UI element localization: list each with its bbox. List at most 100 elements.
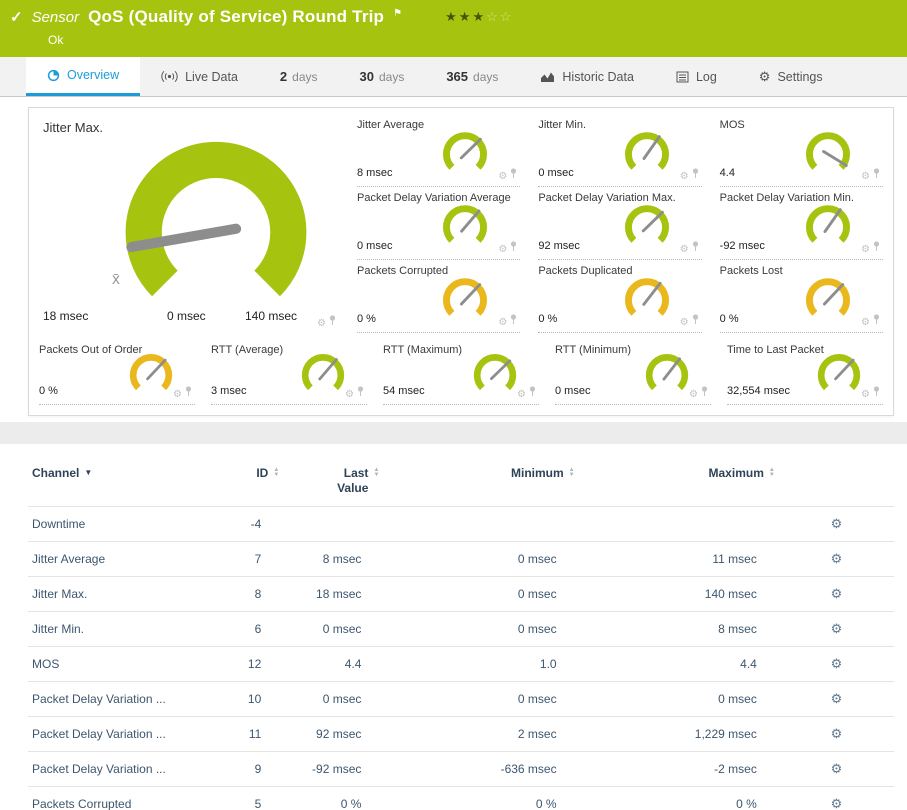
star-filled-icon[interactable]: ★ [445,9,459,24]
gear-icon[interactable]: ⚙ [861,318,870,328]
pin-icon[interactable] [529,384,536,400]
gauge-cell[interactable]: Time to Last Packet 32,554 msec ⚙ [727,339,883,405]
table-row[interactable]: Packets Corrupted 5 0 % 0 % 0 % ⚙ [28,787,894,810]
tab-2-days[interactable]: 2 days [259,57,339,96]
pin-icon[interactable] [873,384,880,400]
gauge-cell[interactable]: Packets Out of Order 0 % ⚙ [39,339,195,405]
gauge-cell[interactable]: RTT (Minimum) 0 msec ⚙ [555,339,711,405]
pin-icon[interactable] [510,166,517,182]
column-header-maximum[interactable]: Maximum [709,466,764,480]
pin-icon[interactable] [510,239,517,255]
pin-icon[interactable] [692,239,699,255]
pin-icon[interactable] [510,312,517,328]
tab-historic-data[interactable]: Historic Data [519,57,655,96]
tab-label: days [379,70,404,84]
tab-label: Live Data [185,70,238,84]
channel-name[interactable]: Jitter Min. [32,622,84,636]
tab-overview[interactable]: Overview [26,57,140,96]
sort-icon[interactable]: ▲▼ [569,468,575,478]
tab-365-days[interactable]: 365 days [425,57,519,96]
gauge-dial [799,273,857,324]
edit-channel-gear-icon[interactable]: ⚙ [831,621,843,636]
gauge-cell[interactable]: Packet Delay Variation Average 0 msec ⚙ [357,187,520,260]
table-row[interactable]: Jitter Average 7 8 msec 0 msec 11 msec ⚙ [28,542,894,577]
flag-icon[interactable]: ⚑ [393,8,402,19]
gauge-cell[interactable]: Packet Delay Variation Max. 92 msec ⚙ [538,187,701,260]
channel-name[interactable]: MOS [32,657,59,671]
gear-icon[interactable]: ⚙ [680,318,689,328]
sort-icon[interactable]: ▲▼ [373,468,379,478]
column-header-minimum[interactable]: Minimum [511,466,564,480]
gear-icon[interactable]: ⚙ [498,172,507,182]
table-row[interactable]: Packet Delay Variation ... 9 -92 msec -6… [28,752,894,787]
tab-settings[interactable]: ⚙ Settings [738,57,844,96]
channel-name[interactable]: Packet Delay Variation ... [32,727,166,741]
edit-channel-gear-icon[interactable]: ⚙ [831,551,843,566]
pin-icon[interactable] [692,312,699,328]
tab-log[interactable]: Log [655,57,738,96]
pin-icon[interactable] [873,312,880,328]
column-header-channel[interactable]: Channel [32,466,79,480]
gear-icon[interactable]: ⚙ [680,172,689,182]
table-row[interactable]: Downtime -4 ⚙ [28,507,894,542]
table-row[interactable]: Jitter Min. 6 0 msec 0 msec 8 msec ⚙ [28,612,894,647]
table-row[interactable]: Packet Delay Variation ... 10 0 msec 0 m… [28,682,894,717]
big-gauge-jitter-max[interactable]: Jitter Max. x̄ 18 msec 0 msec 140 msec ⚙ [39,114,339,333]
sensor-header: ✓ Sensor QoS (Quality of Service) Round … [0,0,907,57]
column-header-last-value[interactable]: Last Value [326,466,368,496]
edit-channel-gear-icon[interactable]: ⚙ [831,516,843,531]
gauge-cell[interactable]: Packets Lost 0 % ⚙ [720,260,883,333]
channel-name[interactable]: Packets Corrupted [32,797,131,810]
pin-icon[interactable] [329,313,336,329]
star-rating[interactable]: ★★★☆☆ [445,9,513,25]
channel-name[interactable]: Jitter Average [32,552,105,566]
star-empty-icon[interactable]: ☆ [486,9,500,24]
gauge-cell[interactable]: Packets Corrupted 0 % ⚙ [357,260,520,333]
edit-channel-gear-icon[interactable]: ⚙ [831,656,843,671]
sort-icon[interactable]: ▲▼ [273,468,279,478]
caret-down-icon[interactable]: ▼ [84,468,92,477]
channel-name[interactable]: Packet Delay Variation ... [32,692,166,706]
table-row[interactable]: Jitter Max. 8 18 msec 0 msec 140 msec ⚙ [28,577,894,612]
gauge-cell[interactable]: MOS 4.4 ⚙ [720,114,883,187]
star-filled-icon[interactable]: ★ [472,9,486,24]
gear-icon[interactable]: ⚙ [498,318,507,328]
gauge-cell[interactable]: Packet Delay Variation Min. -92 msec ⚙ [720,187,883,260]
gauge-dial [811,349,867,398]
table-row[interactable]: MOS 12 4.4 1.0 4.4 ⚙ [28,647,894,682]
gear-icon[interactable]: ⚙ [498,245,507,255]
gear-icon[interactable]: ⚙ [680,245,689,255]
star-filled-icon[interactable]: ★ [459,9,473,24]
channel-last-value: 0 msec [283,612,383,647]
sort-icon[interactable]: ▲▼ [769,468,775,478]
gauge-cell[interactable]: Jitter Min. 0 msec ⚙ [538,114,701,187]
gauge-cell[interactable]: Packets Duplicated 0 % ⚙ [538,260,701,333]
big-gauge-dial: x̄ [103,126,329,325]
pin-icon[interactable] [185,384,192,400]
gear-icon[interactable]: ⚙ [861,172,870,182]
channel-name[interactable]: Downtime [32,517,85,531]
edit-channel-gear-icon[interactable]: ⚙ [831,586,843,601]
pin-icon[interactable] [357,384,364,400]
gauge-cell[interactable]: RTT (Average) 3 msec ⚙ [211,339,367,405]
edit-channel-gear-icon[interactable]: ⚙ [831,691,843,706]
tab-30-days[interactable]: 30 days [339,57,426,96]
pin-icon[interactable] [692,166,699,182]
pin-icon[interactable] [873,239,880,255]
gauge-cell[interactable]: RTT (Maximum) 54 msec ⚙ [383,339,539,405]
column-header-id[interactable]: ID [256,466,268,480]
channel-id: 6 [228,612,283,647]
table-row[interactable]: Packet Delay Variation ... 11 92 msec 2 … [28,717,894,752]
tab-live-data[interactable]: Live Data [140,57,259,96]
pin-icon[interactable] [701,384,708,400]
gear-icon[interactable]: ⚙ [861,245,870,255]
edit-channel-gear-icon[interactable]: ⚙ [831,726,843,741]
edit-channel-gear-icon[interactable]: ⚙ [831,761,843,776]
star-empty-icon[interactable]: ☆ [500,9,514,24]
channel-name[interactable]: Jitter Max. [32,587,87,601]
edit-channel-gear-icon[interactable]: ⚙ [831,796,843,810]
gauge-cell[interactable]: Jitter Average 8 msec ⚙ [357,114,520,187]
gear-icon[interactable]: ⚙ [317,319,326,329]
channel-name[interactable]: Packet Delay Variation ... [32,762,166,776]
pin-icon[interactable] [873,166,880,182]
